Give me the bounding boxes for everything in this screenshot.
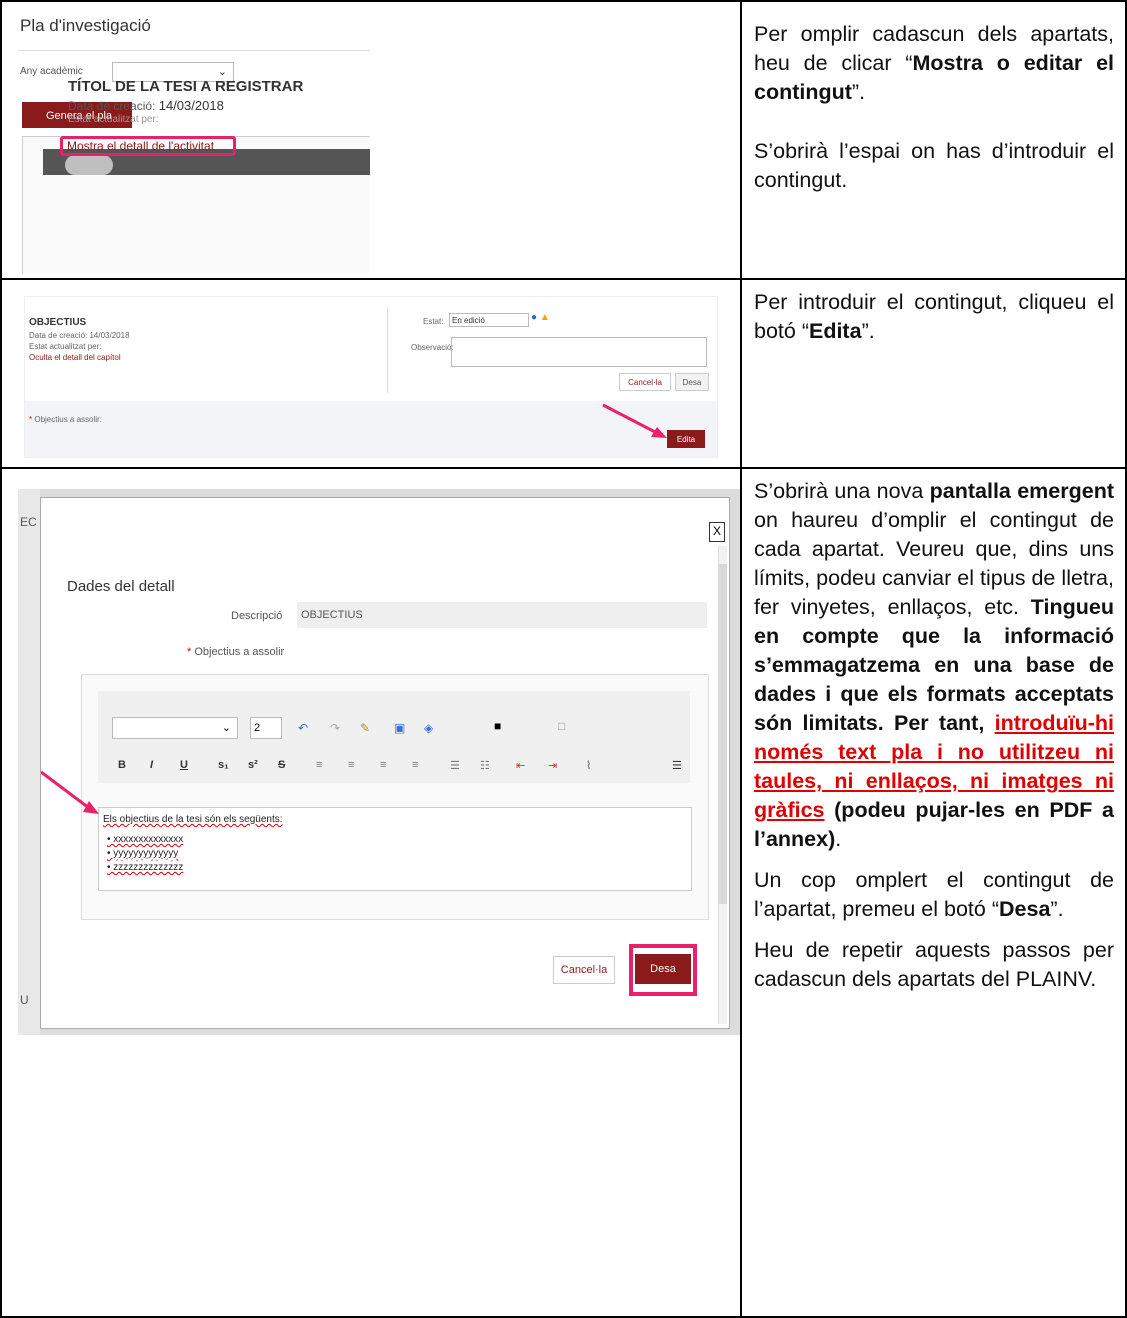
descripcio-field: OBJECTIUS (297, 602, 707, 628)
table-row-divider-1 (0, 278, 1127, 280)
text: ”. (1050, 897, 1064, 921)
screenshot-pla-investigacio: Pla d'investigació Any acadèmic ⌄ Genera… (18, 12, 370, 274)
creation-date: Data de creació: 14/03/2018 (68, 98, 224, 113)
redo-icon[interactable]: ↷ (330, 721, 340, 735)
objectius-label: * Objectius a assolir (187, 646, 284, 658)
superscript-icon[interactable]: s² (248, 759, 258, 771)
bold-text: pantalla emergent (929, 479, 1114, 503)
background-page: EC U (18, 489, 40, 1035)
text: S’obrirà una nova (754, 479, 930, 503)
thesis-title: TÍTOL DE LA TESI A REGISTRAR (68, 78, 304, 95)
table-border-top (0, 0, 1127, 2)
indent-icon[interactable]: ⇥ (548, 759, 557, 772)
screenshot-dades-detall-modal: EC U X Dades del detall Descripció OBJEC… (18, 489, 740, 1035)
instruction-paragraph: Per omplir cadascun dels apartats, heu d… (754, 20, 1114, 107)
creation-date-label: Data de creació: (68, 99, 156, 113)
list-item: • zzzzzzzzzzzzzz (107, 862, 184, 873)
align-center-icon[interactable]: ≡ (348, 759, 354, 771)
text: ”. (851, 80, 866, 104)
edit-button[interactable]: Edita (667, 430, 705, 448)
text: . (835, 827, 842, 851)
align-left-icon[interactable]: ≡ (316, 759, 322, 771)
bold-text: Edita (808, 319, 862, 343)
modal-title: Dades del detall (67, 578, 175, 595)
content-textarea[interactable]: Els objectius de la tesi són els següent… (98, 807, 692, 891)
instruction-step-2: Per introduir el contingut, cliqueu el b… (754, 288, 1114, 358)
align-right-icon[interactable]: ≡ (380, 759, 386, 771)
show-activity-detail-link[interactable]: Mostra el detall de l'activitat (60, 136, 236, 156)
subscript-icon[interactable]: s₁ (218, 759, 229, 771)
table-row-divider-2 (0, 467, 1127, 469)
avatar (65, 155, 113, 175)
any-academic-label: Any acadèmic (20, 66, 83, 77)
modal-dialog: X Dades del detall Descripció OBJECTIUS … (40, 497, 730, 1029)
instruction-paragraph: Per introduir el contingut, cliqueu el b… (754, 288, 1114, 346)
source-icon[interactable]: ◈ (424, 721, 433, 735)
background-text: EC (20, 515, 37, 529)
save-icon[interactable]: ▣ (394, 721, 405, 735)
table-border-left (0, 0, 2, 1318)
descripcio-label: Descripció (231, 610, 283, 622)
bold-text: Desa (999, 897, 1051, 921)
arrow-pointer-icon (602, 403, 667, 438)
outdent-icon[interactable]: ⇤ (516, 759, 525, 772)
text: Objectius a assolir (194, 646, 285, 658)
arrow-pointer-icon (41, 770, 99, 814)
instruction-step-3: S’obrirà una nova pantalla emergent on h… (754, 477, 1114, 1006)
list-item: • yyyyyyyyyyyyy (107, 848, 179, 859)
more-icon[interactable]: ☰ (672, 759, 682, 772)
text: ”. (861, 319, 875, 343)
screenshot-objectius: OBJECTIUS Data de creació: 14/03/2018 Es… (24, 296, 718, 458)
instruction-paragraph: Heu de repetir aquests passos per cadasc… (754, 938, 1114, 991)
justify-icon[interactable]: ≡ (412, 759, 418, 771)
chevron-down-icon: ⌄ (217, 66, 227, 78)
state-updated-label: Estat actualitzat per: (68, 114, 159, 125)
cancel-button[interactable]: Cancel·la (553, 956, 615, 984)
underline-icon[interactable]: U (180, 759, 188, 771)
creation-date-value: 14/03/2018 (158, 98, 224, 113)
link-icon[interactable]: ⌇ (586, 759, 591, 772)
scrollbar-thumb[interactable] (719, 564, 727, 904)
strikethrough-icon[interactable]: S (278, 759, 285, 771)
font-family-select[interactable]: ⌄ (112, 717, 238, 739)
background-text: U (20, 993, 29, 1007)
background-color-icon[interactable]: □ (558, 719, 565, 733)
editor-toolbar: ⌄ 2 ↶ ↷ ✎ ▣ ◈ ■ □ B I U s₁ s² S ≡ ≡ ≡ ≡ … (98, 691, 690, 783)
close-icon[interactable]: X (709, 522, 725, 542)
text-color-icon[interactable]: ■ (494, 719, 501, 733)
instruction-step-1: Per omplir cadascun dels apartats, heu d… (754, 20, 1114, 207)
eraser-icon[interactable]: ✎ (360, 721, 370, 735)
numbered-list-icon[interactable]: ☷ (480, 759, 490, 772)
activity-panel (22, 136, 370, 274)
save-button[interactable]: Desa (635, 954, 691, 984)
divider (18, 50, 370, 51)
undo-icon[interactable]: ↶ (298, 721, 308, 735)
instruction-paragraph: S’obrirà l’espai on has d’introduir el c… (754, 139, 1114, 192)
instruction-paragraph: S’obrirà una nova pantalla emergent on h… (754, 477, 1114, 854)
required-icon: * (187, 646, 192, 658)
bullet-list-icon[interactable]: ☰ (450, 759, 460, 772)
font-size-stepper[interactable]: 2 (250, 717, 282, 739)
page-title: Pla d'investigació (20, 16, 151, 35)
instruction-paragraph: Un cop omplert el contingut de l’apartat… (754, 866, 1114, 924)
rich-text-editor: ⌄ 2 ↶ ↷ ✎ ▣ ◈ ■ □ B I U s₁ s² S ≡ ≡ ≡ ≡ … (81, 674, 709, 920)
chevron-down-icon: ⌄ (221, 722, 231, 734)
table-column-divider (740, 0, 742, 1318)
scrollbar[interactable] (718, 546, 727, 1024)
